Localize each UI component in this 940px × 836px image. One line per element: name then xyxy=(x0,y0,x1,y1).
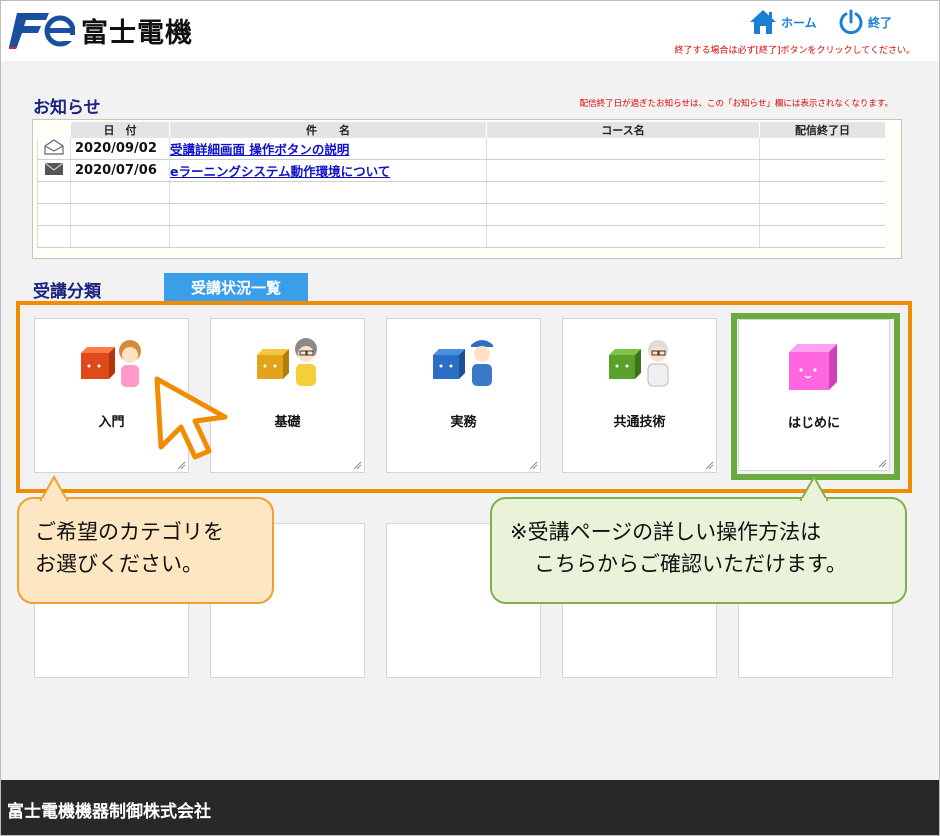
callout-tail-icon xyxy=(799,475,829,501)
exit-note: 終了する場合は必ず[終了]ボタンをクリックしてください。 xyxy=(674,46,915,56)
category-label: 基礎 xyxy=(274,415,301,430)
news-table: 日 付 件 名 コース名 配信終了日 2020/09/02 受講詳細画面 操作ボ… xyxy=(37,122,885,248)
news-date: 2020/07/06 xyxy=(70,159,170,182)
power-icon xyxy=(839,9,863,35)
news-header-row: 日 付 件 名 コース名 配信終了日 xyxy=(37,122,885,138)
cube-character-icon xyxy=(609,340,669,387)
envelope-closed-icon xyxy=(44,162,64,175)
callout-line: こちらからご確認いただけます。 xyxy=(534,552,847,576)
news-title: お知らせ xyxy=(33,98,101,118)
news-note: 配信終了日が過ぎたお知らせは、この「お知らせ」欄には表示されなくなります。 xyxy=(579,99,893,109)
exit-button[interactable]: 終了 xyxy=(838,9,892,35)
category-label: 実務 xyxy=(450,415,477,430)
page-frame: 富士電機 ホーム 終了 終了する場合は必ず[終了]ボタンをクリックしてください。… xyxy=(0,0,940,836)
category-title: 受講分類 xyxy=(33,282,101,302)
news-link[interactable]: eラーニングシステム動作環境について xyxy=(170,164,390,179)
tab-course-status[interactable]: 受講状況一覧 xyxy=(164,273,308,301)
footer-company: 富士電機機器制御株式会社 xyxy=(7,802,211,822)
hajimeni-highlight-frame xyxy=(731,313,900,480)
column-date: 日 付 xyxy=(70,122,170,138)
callout-line: お選びください。 xyxy=(35,552,203,576)
exit-label: 終了 xyxy=(868,15,893,30)
category-card-kiso[interactable]: 基礎 xyxy=(210,318,365,473)
news-course xyxy=(486,159,760,182)
column-course: コース名 xyxy=(486,122,760,138)
category-card-jitsumu[interactable]: 実務 xyxy=(386,318,541,473)
cube-character-icon xyxy=(81,340,141,387)
table-row xyxy=(37,181,885,204)
category-card-kyotsu-gijutsu[interactable]: 共通技術 xyxy=(562,318,717,473)
logo-text: 富士電機 xyxy=(81,18,193,49)
home-icon xyxy=(750,10,776,34)
table-row: 2020/07/06 eラーニングシステム動作環境について xyxy=(37,159,885,182)
news-end-date xyxy=(759,138,885,160)
instructions-callout: ※受講ページの詳しい操作方法は こちらからご確認いただけます。 xyxy=(490,497,907,604)
header: 富士電機 ホーム 終了 終了する場合は必ず[終了]ボタンをクリックしてください。 xyxy=(1,1,939,61)
pointer-arrow-icon xyxy=(154,376,228,460)
resize-grip-icon xyxy=(529,461,538,470)
cube-character-icon xyxy=(433,340,493,386)
callout-tail-icon xyxy=(39,475,69,501)
news-date: 2020/09/02 xyxy=(70,138,170,160)
table-row xyxy=(37,225,885,248)
news-link[interactable]: 受講詳細画面 操作ボタンの説明 xyxy=(170,142,349,157)
cube-character-icon xyxy=(257,338,317,386)
select-category-callout: ご希望のカテゴリを お選びください。 xyxy=(17,497,274,604)
home-button[interactable]: ホーム xyxy=(749,9,817,35)
table-row: 2020/09/02 受講詳細画面 操作ボタンの説明 xyxy=(37,138,885,160)
callout-line: ※受講ページの詳しい操作方法は xyxy=(510,520,822,544)
column-end-date: 配信終了日 xyxy=(759,122,885,138)
resize-grip-icon xyxy=(705,461,714,470)
news-end-date xyxy=(759,159,885,182)
home-label: ホーム xyxy=(781,15,817,30)
footer: 富士電機機器制御株式会社 xyxy=(1,780,939,835)
fe-logo-icon xyxy=(9,13,75,49)
news-course xyxy=(486,138,760,160)
resize-grip-icon xyxy=(353,461,362,470)
envelope-open-icon xyxy=(44,139,64,155)
category-label: 共通技術 xyxy=(613,415,666,430)
callout-line: ご希望のカテゴリを xyxy=(35,520,224,544)
news-panel: 日 付 件 名 コース名 配信終了日 2020/09/02 受講詳細画面 操作ボ… xyxy=(32,119,902,259)
table-row xyxy=(37,203,885,226)
column-subject: 件 名 xyxy=(169,122,487,138)
